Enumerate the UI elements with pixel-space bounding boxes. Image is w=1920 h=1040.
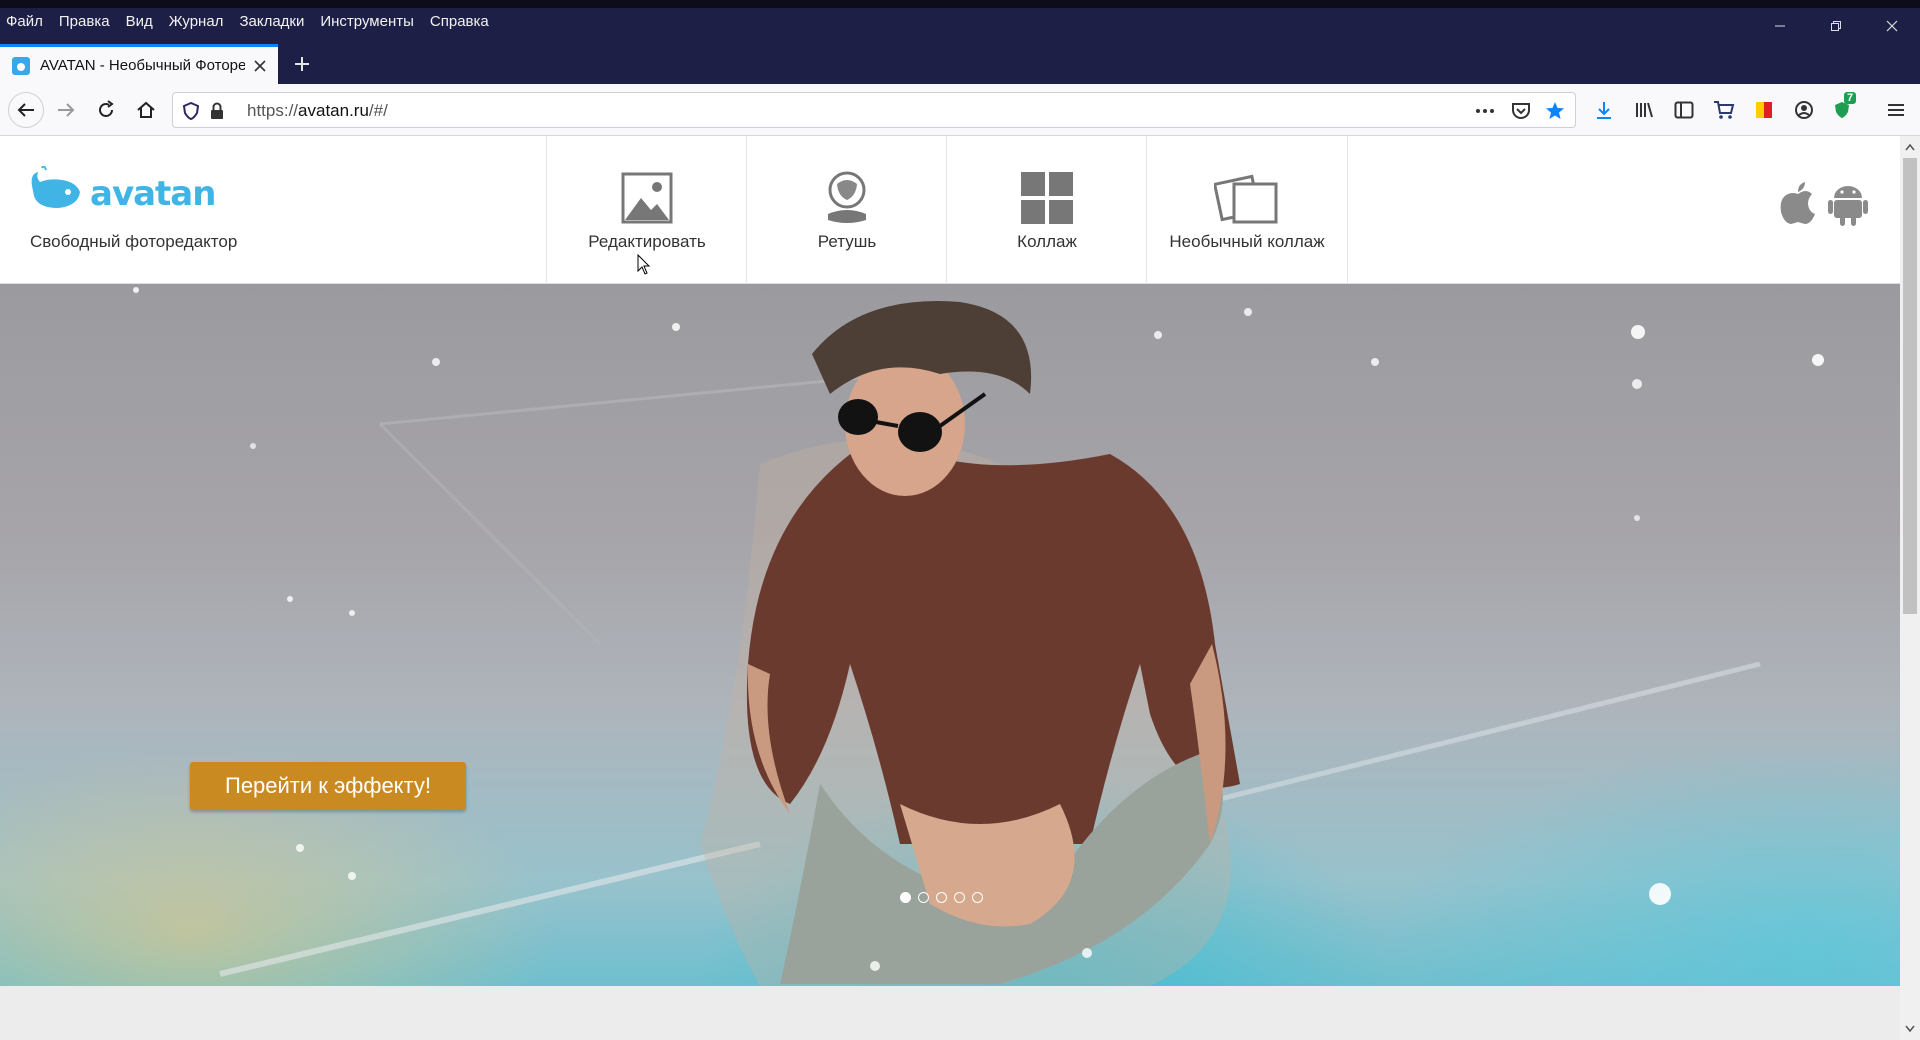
arrow-right-icon	[58, 103, 75, 117]
window-controls	[1752, 8, 1920, 44]
lock-icon[interactable]	[207, 101, 227, 121]
slider-dot-5[interactable]	[972, 892, 983, 903]
nav-collage-label: Коллаж	[1017, 232, 1077, 251]
slider-dot-1[interactable]	[900, 892, 911, 903]
home-button[interactable]	[130, 94, 162, 126]
shield-icon[interactable]	[181, 101, 201, 121]
site-header: avatan Свободный фоторедактор Редактиров…	[0, 136, 1900, 284]
slider-dots	[900, 892, 983, 903]
site-tagline: Свободный фоторедактор	[30, 232, 238, 251]
platform-links	[1778, 180, 1868, 231]
plus-icon	[295, 57, 309, 71]
close-icon	[254, 59, 266, 72]
account-button[interactable]	[1788, 94, 1820, 126]
minimize-icon	[1775, 25, 1785, 27]
address-bar[interactable]: https://avatan.ru/#/	[172, 92, 1576, 128]
nav-retouch-label: Ретушь	[817, 232, 877, 251]
avatan-favicon-icon	[12, 56, 30, 75]
menu-edit[interactable]: Правка	[59, 13, 110, 30]
url-text: https://avatan.ru/#/	[247, 101, 388, 120]
slider-dot-2[interactable]	[918, 892, 929, 903]
more-dots-icon	[1476, 109, 1494, 113]
arrow-left-icon	[17, 103, 34, 117]
new-tab-button[interactable]	[286, 48, 318, 80]
tab-avatan[interactable]: AVATAN - Необычный Фоторедактор	[0, 44, 278, 84]
android-icon[interactable]	[1828, 180, 1868, 231]
close-icon	[1886, 20, 1898, 32]
tab-title: AVATAN - Необычный Фоторедактор	[40, 57, 245, 74]
page-actions-button[interactable]	[1475, 101, 1495, 121]
nav-unusual-collage[interactable]: Необычный коллаж	[1146, 136, 1348, 284]
shopping-cart-button[interactable]	[1708, 94, 1740, 126]
unusual-collage-icon	[1214, 170, 1280, 226]
menu-view[interactable]: Вид	[126, 13, 153, 30]
close-window-button[interactable]	[1864, 8, 1920, 44]
hero-slider[interactable]: Перейти к эффекту!	[0, 284, 1900, 986]
library-icon	[1636, 102, 1653, 118]
mouse-cursor-icon	[637, 254, 651, 275]
browser-titlebar: Файл Правка Вид Журнал Закладки Инструме…	[0, 0, 1920, 84]
cart-icon	[1714, 101, 1735, 119]
apple-icon[interactable]	[1778, 180, 1818, 231]
scroll-thumb[interactable]	[1903, 158, 1917, 614]
scroll-down-button[interactable]	[1900, 1020, 1920, 1038]
window-top-edge	[0, 0, 1920, 8]
retouch-icon	[822, 170, 872, 226]
web-page: avatan Свободный фоторедактор Редактиров…	[0, 136, 1900, 1040]
slider-dot-3[interactable]	[936, 892, 947, 903]
nav-edit-label: Редактировать	[588, 232, 706, 251]
back-button[interactable]	[8, 92, 44, 128]
star-icon	[1546, 102, 1564, 119]
logo-text: avatan	[90, 174, 216, 214]
sidebar-button[interactable]	[1668, 94, 1700, 126]
pocket-icon	[1512, 103, 1530, 119]
account-icon	[1795, 101, 1813, 119]
extension-badge-button[interactable]: 7	[1828, 92, 1860, 126]
tab-close-button[interactable]	[249, 55, 271, 77]
menu-help[interactable]: Справка	[430, 13, 489, 30]
nav-unusual-collage-label: Необычный коллаж	[1169, 232, 1325, 251]
pocket-button[interactable]	[1511, 101, 1531, 121]
menu-history[interactable]: Журнал	[169, 13, 224, 30]
hamburger-icon	[1888, 104, 1904, 116]
flag-icon	[1756, 102, 1772, 118]
chevron-up-icon	[1905, 143, 1915, 151]
image-icon	[621, 170, 673, 226]
home-icon	[137, 101, 155, 118]
menu-bar: Файл Правка Вид Журнал Закладки Инструме…	[0, 8, 505, 34]
collage-grid-icon	[1021, 170, 1073, 226]
reload-icon	[99, 100, 114, 117]
chevron-down-icon	[1905, 1025, 1915, 1033]
menu-tools[interactable]: Инструменты	[320, 13, 414, 30]
flag-extension-button[interactable]	[1748, 94, 1780, 126]
notification-badge: 7	[1844, 92, 1857, 104]
restore-icon	[1831, 21, 1841, 31]
slider-dot-4[interactable]	[954, 892, 965, 903]
library-button[interactable]	[1628, 94, 1660, 126]
minimize-button[interactable]	[1752, 8, 1808, 44]
forward-button[interactable]	[50, 94, 82, 126]
nav-retouch[interactable]: Ретушь	[746, 136, 947, 284]
download-icon	[1597, 102, 1611, 119]
navigation-toolbar: https://avatan.ru/#/ 7	[0, 84, 1920, 136]
app-menu-button[interactable]	[1880, 94, 1912, 126]
hero-photo	[133, 287, 1824, 986]
downloads-button[interactable]	[1588, 94, 1620, 126]
sidebar-icon	[1674, 101, 1694, 119]
menu-file[interactable]: Файл	[6, 13, 43, 30]
bookmark-star-button[interactable]	[1545, 101, 1565, 121]
nav-collage[interactable]: Коллаж	[946, 136, 1147, 284]
restore-button[interactable]	[1808, 8, 1864, 44]
page-scrollbar[interactable]	[1900, 136, 1920, 1040]
scroll-up-button[interactable]	[1900, 138, 1920, 156]
tab-strip: AVATAN - Необычный Фоторедактор	[0, 44, 1920, 84]
menu-bookmarks[interactable]: Закладки	[239, 13, 304, 30]
go-to-effect-button[interactable]: Перейти к эффекту!	[190, 762, 466, 810]
whale-logo-icon	[31, 165, 81, 208]
avatan-logo[interactable]: avatan	[28, 165, 216, 217]
reload-button[interactable]	[90, 94, 122, 126]
